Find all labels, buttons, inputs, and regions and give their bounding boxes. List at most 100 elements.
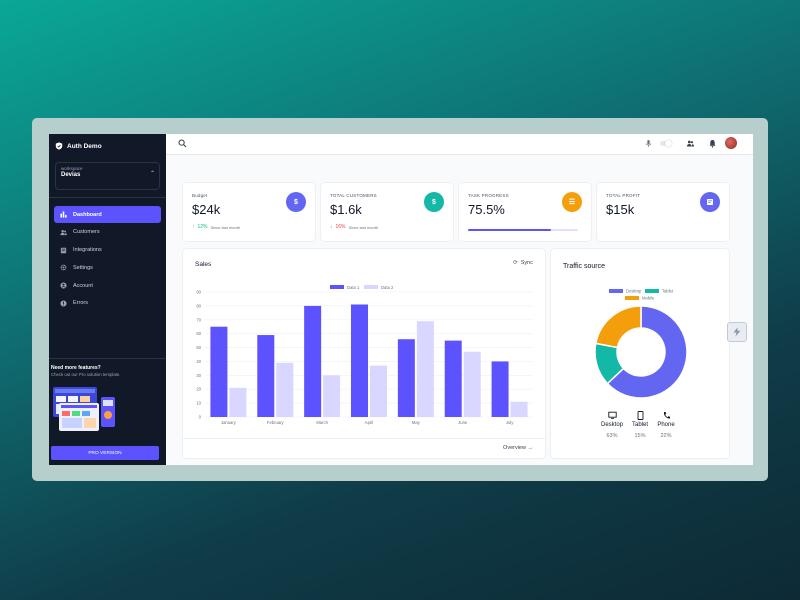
bar [463,351,481,417]
bar [370,365,387,417]
legend-swatch [645,289,659,293]
phone-icon [663,412,670,419]
x-tick-label: May [412,420,421,425]
overview-link[interactable]: Overview → [503,445,533,451]
bar [491,361,509,417]
x-tick-label: July [506,420,514,425]
main-content: Budget $24k $ ↑ 12% Since last month TOT… [166,134,753,465]
sidebar-item-errors[interactable]: Errors [54,295,161,312]
x-tick-label: February [267,420,285,425]
sidebar-item-dashboard[interactable]: Dashboard [54,206,161,223]
users-icon [60,229,67,235]
bar [210,326,228,417]
top-bar [166,134,753,155]
bar [323,375,341,417]
sidebar-item-settings[interactable]: Settings [54,259,161,276]
device-name: Tablet [631,422,648,428]
user-circle-icon [60,282,67,289]
y-tick-label: 50 [196,345,201,350]
divider [49,197,166,198]
y-tick-label: 70 [196,317,201,322]
floating-tool-button[interactable] [727,322,747,342]
microphone-icon[interactable] [644,139,653,148]
app-name: Auth Demo [67,142,102,150]
shield-logo-icon [55,142,63,150]
x-tick-label: June [458,420,468,425]
workspace-selector[interactable]: workspace Devias ⌃ [55,162,160,190]
arrow-down-icon: ↓ [330,224,333,230]
workspace-label: workspace [61,166,83,171]
legend-swatch [330,285,344,289]
y-tick-label: 30 [196,373,201,378]
traffic-doughnut-chart: Desktop Tablet Mobile [594,289,688,399]
bar [444,340,462,417]
sidebar-item-label: Errors [73,300,88,307]
list-icon: ☰ [562,192,582,212]
sidebar-item-label: Settings [73,264,93,271]
kpi-delta-value: 12% [197,224,208,230]
device-phone: Phone 22% [652,411,680,439]
kpi-delta-value: 16% [335,224,346,230]
device-desktop: Desktop 63% [598,411,626,439]
legend-label: Mobile [642,296,655,301]
sidebar-item-label: Dashboard [73,211,102,218]
lightning-icon [733,327,741,337]
dollar-icon: $ [424,192,444,212]
receipt-glyph [707,199,713,205]
bell-icon[interactable] [708,139,717,148]
brand[interactable]: Auth Demo [49,134,166,158]
y-tick-label: 10 [196,401,201,406]
bar [229,387,247,417]
promo-section: Need more features? Check out our Pro so… [49,358,166,440]
kpi-title: TOTAL CUSTOMERS [330,193,377,198]
bar [276,362,294,417]
y-tick-label: 20 [196,387,201,392]
sales-footer: Overview → [183,438,545,458]
device-pct: 15% [634,433,646,439]
app-window: Auth Demo workspace Devias ⌃ Dashboard C… [49,134,753,465]
search-icon[interactable] [178,139,187,148]
kpi-card-task-progress: TASK PROGRESS 75.5% ☰ [458,182,592,242]
promo-illustration [53,387,115,431]
sidebar-item-account[interactable]: Account [54,277,161,294]
pro-version-button[interactable]: PRO VERSION [51,446,159,460]
kpi-value: $15k [606,202,635,217]
kpi-delta: ↓ 16% Since last month [330,224,378,230]
monitor-icon [607,411,617,419]
bar-chart-icon [60,211,67,218]
dollar-icon: $ [286,192,306,212]
promo-text: Check out our Pro solution template. [51,372,121,377]
sidebar-item-customers[interactable]: Customers [54,224,161,241]
y-tick-label: 80 [196,303,201,308]
legend-label: Tablet [662,289,674,294]
bar [257,335,275,417]
kpi-title: TASK PROGRESS [468,193,509,198]
puzzle-icon [60,247,67,253]
bar [351,304,368,417]
kpi-card-customers: TOTAL CUSTOMERS $1.6k $ ↓ 16% Since last… [320,182,454,242]
device-pct: 22% [660,433,672,439]
contacts-icon[interactable] [686,139,695,148]
bar [510,401,528,417]
kpi-card-budget: Budget $24k $ ↑ 12% Since last month [182,182,316,242]
avatar[interactable] [725,137,737,149]
theme-toggle[interactable] [660,140,672,147]
overview-label: Overview [503,445,526,451]
traffic-card: Traffic source Desktop Tablet Mobile Deskt… [550,248,730,459]
workspace-value: Devias [61,172,81,178]
legend-label: Desktop [626,289,642,294]
x-tick-label: January [221,420,237,425]
x-tick-label: April [365,420,373,425]
sales-card: Sales ⟳ Sync Data 1 Data 2 0 10 20 30 40 50 60 70… [182,248,546,459]
bar [416,321,434,417]
y-tick-label: 0 [199,415,202,420]
tablet-icon [637,411,643,420]
kpi-since: Since last month [348,224,379,230]
sidebar-item-label: Integrations [73,247,102,254]
device-pct: 63% [606,433,618,439]
kpi-title: TOTAL PROFIT [606,193,641,198]
sidebar-nav: Dashboard Customers Integrations Setting… [49,206,166,312]
doughnut-slice [594,305,642,349]
sidebar-item-label: Account [73,282,93,289]
sidebar-item-integrations[interactable]: Integrations [54,242,161,259]
